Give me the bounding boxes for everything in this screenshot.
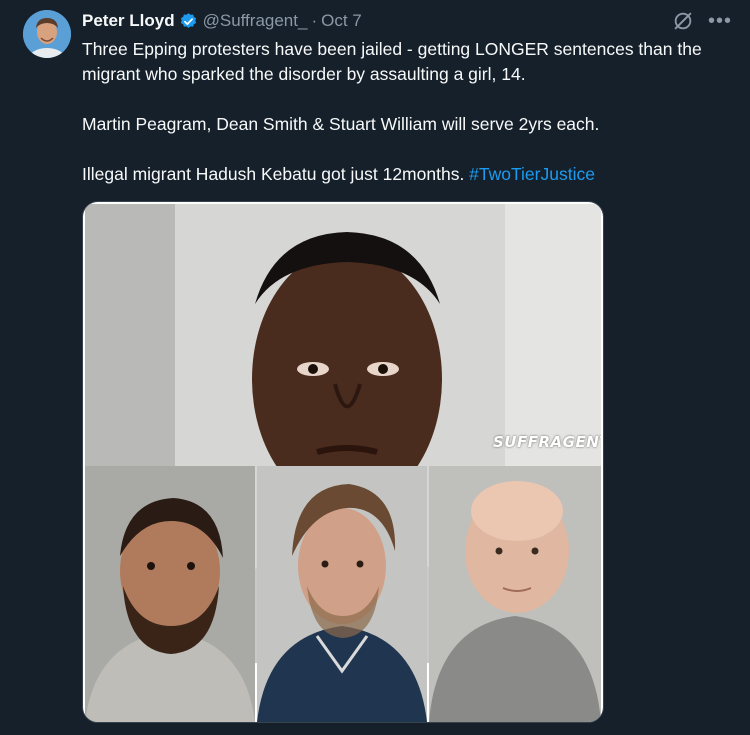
header-separator: · [311,11,318,30]
author-avatar[interactable] [23,10,71,58]
tweet-paragraph-2: Martin Peagram, Dean Smith & Stuart Will… [82,114,600,134]
tweet-actions-top: ••• [672,10,732,32]
suffragent-watermark: SUFFRAGENT [493,433,601,451]
media-image[interactable]: SUFFRAGENT [82,201,604,723]
tweet-paragraph-3: Illegal migrant Hadush Kebatu got just 1… [82,162,732,187]
tweet-paragraph-1: Three Epping protesters have been jailed… [82,39,702,84]
hashtag-link[interactable]: #TwoTierJustice [469,164,595,184]
tweet[interactable]: Peter Lloyd @Suffragent_ · Oct 7 ••• Thr… [0,0,750,735]
author-handle[interactable]: @Suffragent_ [203,11,308,31]
verified-badge-icon[interactable] [179,12,198,31]
mugshot-bottom-1 [85,466,255,722]
author-name[interactable]: Peter Lloyd [82,11,175,31]
post-date[interactable]: Oct 7 [321,11,362,31]
grok-icon[interactable] [672,10,694,32]
mugshot-bottom-3 [429,466,601,722]
tweet-header: Peter Lloyd @Suffragent_ · Oct 7 [82,9,362,33]
tweet-paragraph-3-text: Illegal migrant Hadush Kebatu got just 1… [82,164,470,184]
mugshot-bottom-2 [257,466,427,722]
tweet-text: Three Epping protesters have been jailed… [82,37,732,187]
more-icon[interactable]: ••• [708,11,732,31]
